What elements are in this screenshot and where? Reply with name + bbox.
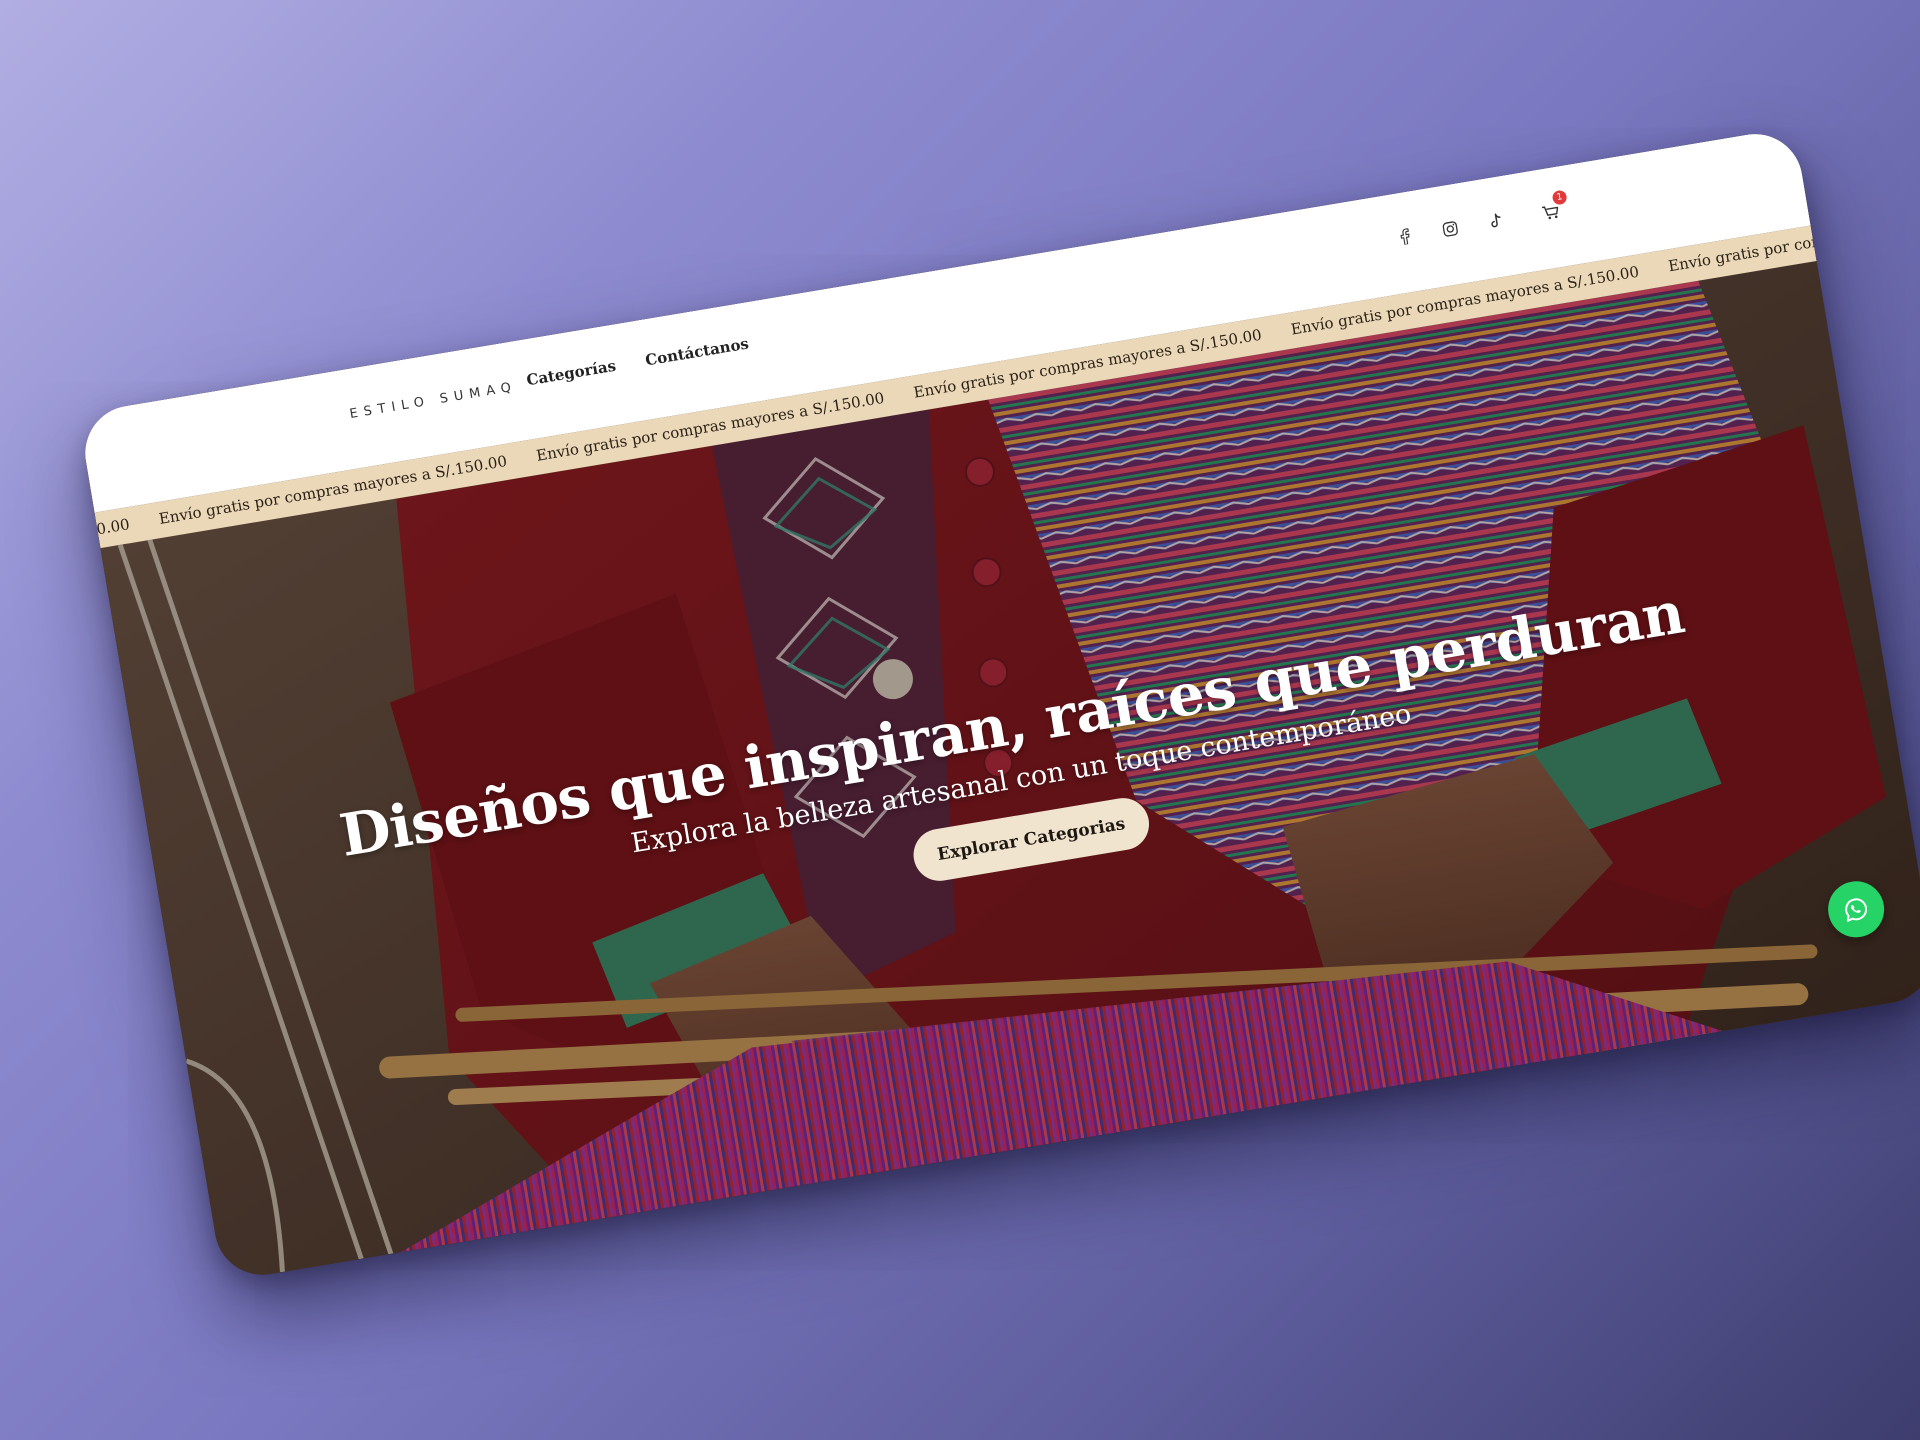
- presentation-background: ESTILO SUMAQ Categorías Contáctanos 1 S/…: [0, 0, 1920, 1440]
- main-nav: Categorías Contáctanos: [525, 334, 750, 389]
- cart-icon[interactable]: 1: [1539, 189, 1568, 224]
- whatsapp-icon: [1845, 898, 1868, 922]
- social-links: 1: [1393, 189, 1568, 248]
- tiktok-icon[interactable]: [1484, 210, 1507, 233]
- instagram-icon[interactable]: [1439, 217, 1462, 240]
- facebook-icon[interactable]: [1393, 225, 1416, 248]
- nav-categorias[interactable]: Categorías: [525, 357, 617, 390]
- site-logo[interactable]: ESTILO SUMAQ: [349, 379, 518, 422]
- marquee-item: S/.150.00: [94, 515, 131, 545]
- browser-mockup: ESTILO SUMAQ Categorías Contáctanos 1 S/…: [78, 126, 1920, 1282]
- nav-contactanos[interactable]: Contáctanos: [644, 334, 750, 369]
